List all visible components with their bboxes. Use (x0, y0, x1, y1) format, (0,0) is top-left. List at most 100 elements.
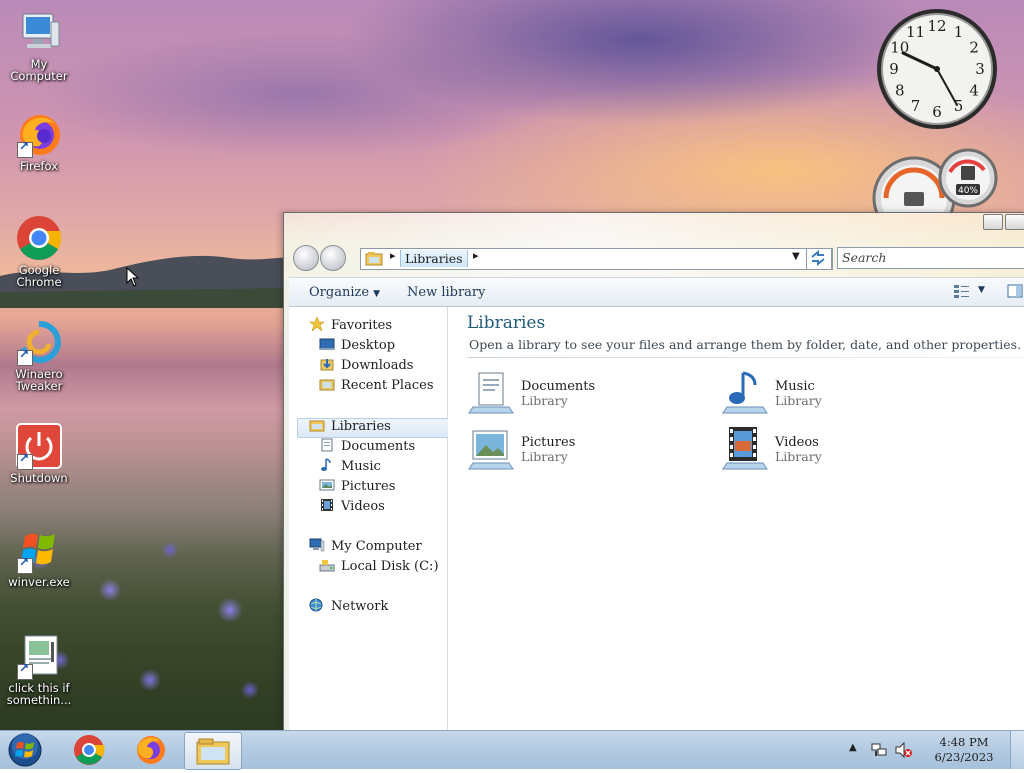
taskbar-explorer-button[interactable] (184, 732, 242, 770)
shutdown-icon (15, 422, 63, 470)
network-icon (309, 598, 325, 612)
memory-chip-icon (961, 166, 975, 180)
nav-label: Downloads (341, 358, 414, 373)
chrome-icon (74, 735, 105, 765)
address-dropdown-icon[interactable]: ▼ (792, 251, 800, 262)
new-library-button[interactable]: New library (407, 285, 486, 300)
view-options-icon[interactable] (953, 283, 971, 303)
desktop-icon-google-chrome[interactable]: Google Chrome (2, 214, 76, 288)
clock-number: 1 (954, 23, 964, 41)
nav-item-network[interactable]: Network (309, 598, 388, 616)
desktop-icon-my-computer[interactable]: My Computer (2, 8, 76, 82)
nav-label: Recent Places (341, 378, 434, 393)
cpu-chip-icon (904, 192, 924, 206)
search-placeholder: Search (842, 250, 887, 265)
refresh-button[interactable] (806, 248, 832, 270)
nav-item-desktop[interactable]: Desktop (319, 337, 395, 355)
desktop-icon-label: somethin... (6, 693, 72, 707)
nav-item-favorites[interactable]: Favorites (309, 316, 392, 335)
nav-label: Music (341, 459, 381, 474)
nav-item-my-computer[interactable]: My Computer (309, 538, 422, 556)
library-name: Videos (775, 435, 819, 450)
taskbar-chrome-button[interactable] (64, 732, 114, 768)
nav-label: Pictures (341, 479, 396, 494)
nav-item-downloads[interactable]: Downloads (319, 357, 413, 375)
show-hidden-icons-button[interactable]: ▲ (849, 742, 857, 753)
shortcut-arrow-icon (17, 556, 33, 574)
nav-label: Libraries (331, 419, 391, 434)
nav-item-libraries[interactable]: Libraries (309, 418, 391, 436)
library-name: Documents (521, 379, 596, 394)
firefox-icon (15, 110, 63, 158)
hard-drive-icon (319, 558, 335, 572)
desktop-icon-winaero-tweaker[interactable]: Winaero Tweaker (2, 318, 76, 392)
clock-number: 2 (969, 39, 979, 57)
memory-usage-label: 40% (958, 186, 978, 196)
taskbar-firefox-button[interactable] (126, 732, 176, 768)
music-library-icon (722, 371, 768, 414)
shortcut-arrow-icon (17, 348, 33, 366)
recent-places-icon (319, 377, 335, 391)
clock-gadget[interactable]: 12 1 2 3 4 5 6 7 8 9 10 11 (875, 7, 999, 131)
preview-pane-icon[interactable] (1007, 283, 1023, 303)
star-icon (309, 316, 325, 332)
back-button[interactable] (293, 245, 319, 271)
winver-icon (15, 526, 63, 574)
search-input[interactable]: Search (837, 247, 1024, 269)
nav-label: Documents (341, 439, 416, 454)
library-name: Pictures (521, 435, 576, 450)
desktop-icon-shutdown[interactable]: Shutdown (2, 422, 76, 484)
library-type: Library (521, 449, 568, 464)
clock-number: 7 (911, 97, 921, 115)
desktop-icon-winver[interactable]: winver.exe (2, 526, 76, 588)
explorer-window[interactable]: ▸ Libraries ▸ ▼ Search Organize ▼ New li… (283, 212, 1024, 731)
nav-item-music[interactable]: Music (319, 458, 381, 476)
maximize-button[interactable] (1005, 214, 1024, 230)
documents-library-icon (468, 372, 514, 414)
desktop-icon-label: winver.exe (8, 575, 70, 589)
breadcrumb-arrow-icon[interactable]: ▸ (390, 249, 396, 262)
view-dropdown-icon[interactable]: ▼ (978, 285, 985, 295)
volume-muted-icon[interactable] (894, 741, 914, 763)
organize-button[interactable]: Organize ▼ (309, 285, 380, 300)
computer-icon (309, 538, 325, 552)
library-documents[interactable]: Documents Library (467, 367, 677, 415)
clock-number: 9 (889, 60, 899, 78)
start-button[interactable] (6, 732, 44, 768)
address-bar[interactable]: ▸ Libraries ▸ ▼ (360, 248, 833, 270)
show-desktop-button[interactable] (1010, 731, 1024, 769)
forward-button[interactable] (320, 245, 346, 271)
library-music[interactable]: Music Library (721, 367, 931, 415)
chrome-icon (15, 214, 63, 262)
breadcrumb-libraries[interactable]: Libraries (400, 250, 468, 267)
mouse-cursor-icon (126, 267, 140, 287)
library-pictures[interactable]: Pictures Library (467, 423, 677, 471)
nav-item-documents[interactable]: Documents (319, 438, 415, 456)
desktop-icon-firefox[interactable]: Firefox (2, 110, 76, 172)
music-note-icon (319, 458, 335, 472)
refresh-icon (811, 249, 825, 267)
page-title: Libraries (467, 313, 546, 333)
libraries-icon (309, 418, 325, 432)
desktop-icon (319, 337, 335, 351)
nav-item-pictures[interactable]: Pictures (319, 478, 395, 496)
film-strip-icon (319, 498, 335, 512)
network-tray-icon[interactable] (870, 741, 888, 763)
firefox-icon (137, 736, 165, 764)
organize-label: Organize (309, 285, 370, 300)
folder-icon (196, 738, 230, 765)
nav-item-videos[interactable]: Videos (319, 498, 385, 516)
minimize-button[interactable] (983, 214, 1003, 230)
library-type: Library (775, 393, 822, 408)
documents-icon (319, 438, 335, 452)
clock-time: 4:48 PM (939, 735, 989, 749)
system-clock[interactable]: 4:48 PM 6/23/2023 (930, 735, 998, 765)
breadcrumb-arrow-icon[interactable]: ▸ (473, 249, 479, 262)
desktop-icon-label: Tweaker (15, 379, 63, 393)
library-name: Music (775, 379, 815, 394)
desktop-icon-click-this[interactable]: click this if somethin... (2, 632, 76, 706)
cpu-meter-gadget[interactable]: 40% (872, 148, 1000, 214)
library-videos[interactable]: Videos Library (721, 423, 931, 471)
nav-item-local-disk[interactable]: Local Disk (C:) (319, 558, 439, 576)
nav-item-recent-places[interactable]: Recent Places (319, 377, 434, 395)
